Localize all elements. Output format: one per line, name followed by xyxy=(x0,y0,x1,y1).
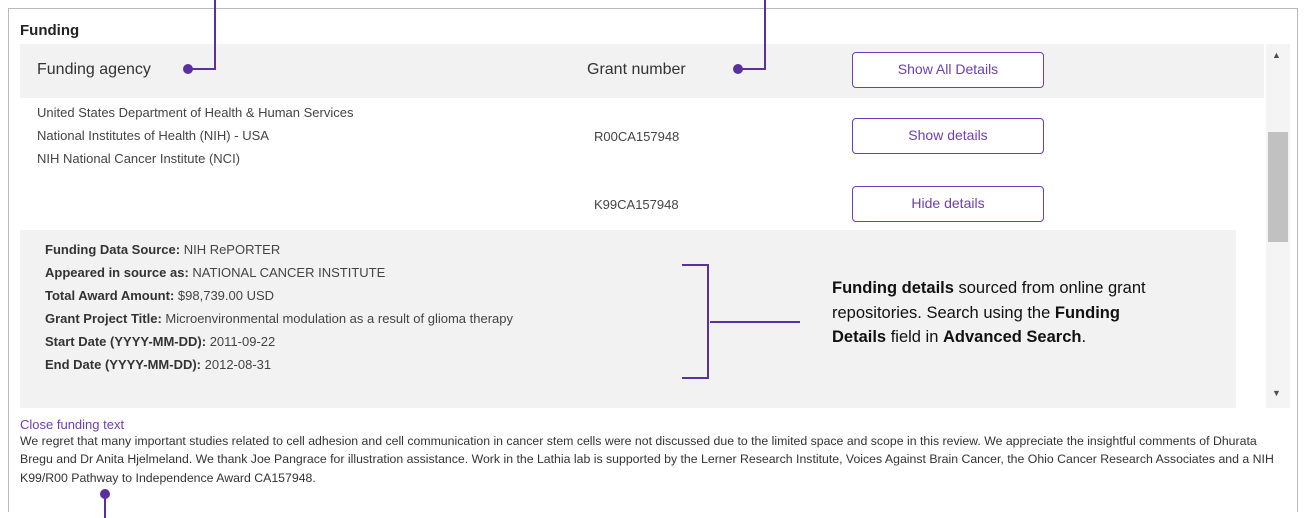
callout-bold: Funding details xyxy=(832,279,954,297)
show-details-button[interactable]: Show details xyxy=(852,118,1044,154)
callout-text: . xyxy=(1081,328,1087,346)
detail-row: End Date (YYYY-MM-DD): 2012-08-31 xyxy=(45,357,271,372)
detail-value: NIH RePORTER xyxy=(183,242,281,257)
detail-row: Start Date (YYYY-MM-DD): 2011-09-22 xyxy=(45,334,275,349)
hide-details-button[interactable]: Hide details xyxy=(852,186,1044,222)
agency-name: National Institutes of Health (NIH) - US… xyxy=(37,128,269,143)
table-header: Funding agency Grant number Show All Det… xyxy=(20,44,1264,98)
detail-value: Microenvironmental modulation as a resul… xyxy=(165,311,513,326)
callout-bold: Advanced Search xyxy=(942,328,1082,346)
annotation-callout: Funding details sourced from online gran… xyxy=(832,276,1162,350)
scroll-up-icon[interactable]: ▲ xyxy=(1272,50,1281,60)
detail-label: Funding Data Source: xyxy=(45,242,181,257)
detail-row: Appeared in source as: NATIONAL CANCER I… xyxy=(45,265,385,280)
detail-label: Total Award Amount: xyxy=(45,288,175,303)
scroll-down-icon[interactable]: ▼ xyxy=(1272,388,1281,398)
agency-name: United States Department of Health & Hum… xyxy=(37,105,354,120)
funding-text: We regret that many important studies re… xyxy=(20,434,1274,485)
close-funding-text-link[interactable]: Close funding text xyxy=(20,417,124,432)
detail-label: Appeared in source as: xyxy=(45,265,189,280)
detail-row: Grant Project Title: Microenvironmental … xyxy=(45,311,513,326)
funding-panel[interactable]: Funding agency Grant number Show All Det… xyxy=(20,44,1290,408)
show-all-details-button[interactable]: Show All Details xyxy=(852,52,1044,88)
detail-label: End Date (YYYY-MM-DD): xyxy=(45,357,201,372)
grant-number: R00CA157948 xyxy=(594,129,680,144)
grant-number: K99CA157948 xyxy=(594,197,679,212)
detail-label: Start Date (YYYY-MM-DD): xyxy=(45,334,207,349)
section-title: Funding xyxy=(20,22,80,39)
detail-value: NATIONAL CANCER INSTITUTE xyxy=(192,265,386,280)
column-header-agency: Funding agency xyxy=(37,61,151,78)
callout-text: field in xyxy=(886,328,943,346)
detail-row: Total Award Amount: $98,739.00 USD xyxy=(45,288,274,303)
detail-value: $98,739.00 USD xyxy=(177,288,275,303)
vertical-scrollbar[interactable]: ▲ ▼ xyxy=(1266,44,1290,408)
detail-label: Grant Project Title: xyxy=(45,311,162,326)
detail-value: 2012-08-31 xyxy=(204,357,272,372)
detail-row: Funding Data Source: NIH RePORTER xyxy=(45,242,280,257)
detail-value: 2011-09-22 xyxy=(209,334,276,349)
agency-name: NIH National Cancer Institute (NCI) xyxy=(37,151,241,166)
column-header-grant: Grant number xyxy=(587,61,686,78)
scroll-thumb[interactable] xyxy=(1268,132,1288,242)
